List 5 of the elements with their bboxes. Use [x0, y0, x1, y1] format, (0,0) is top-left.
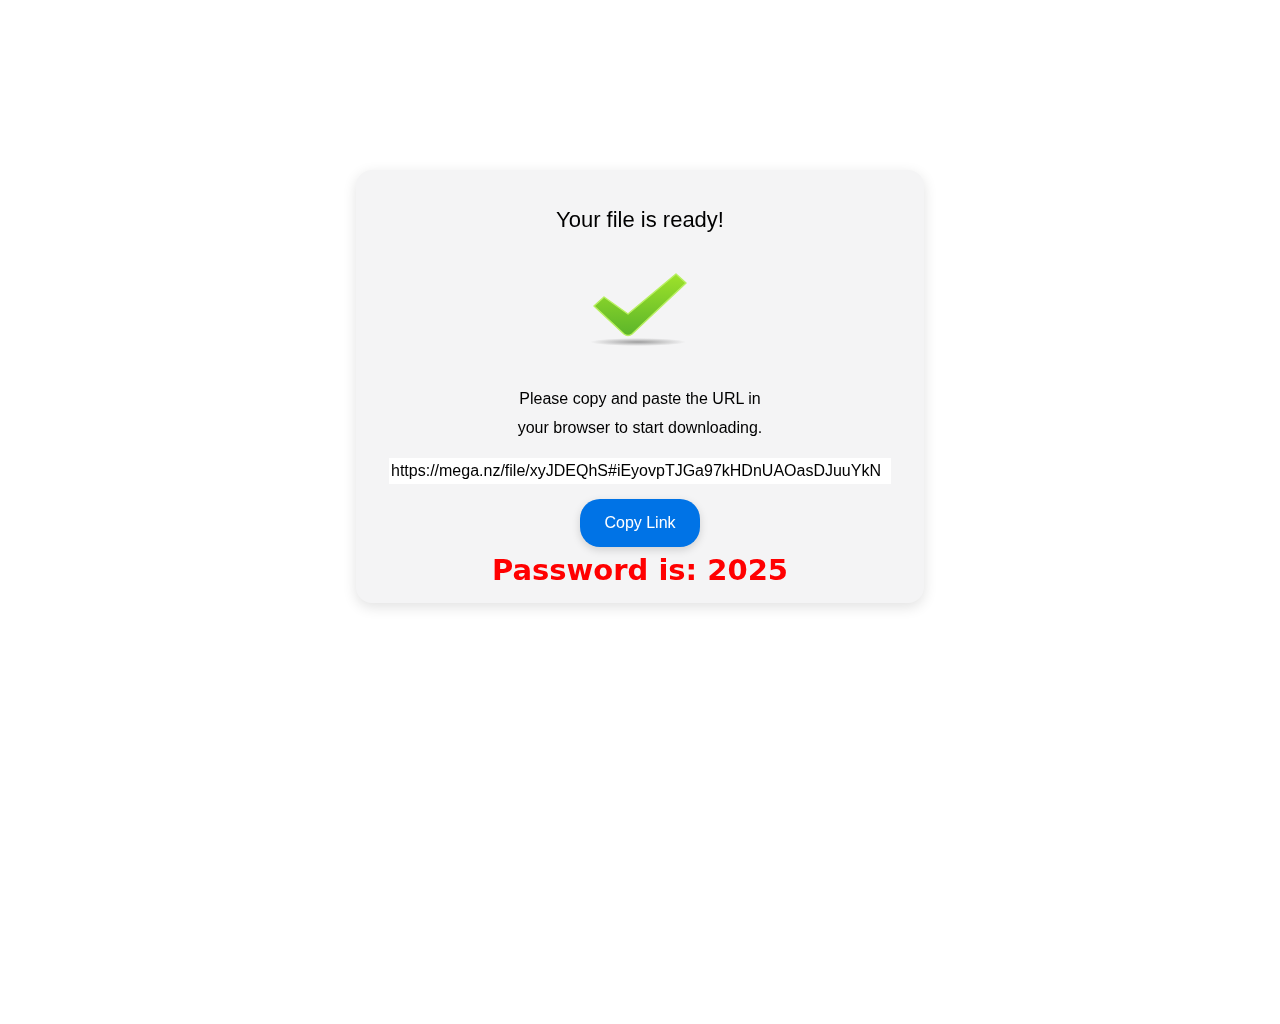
copy-link-button[interactable]: Copy Link [580, 499, 700, 547]
instructions-text: Please copy and paste the URL in your browser to start downloading. [516, 389, 764, 438]
card-title: Your file is ready! [556, 206, 724, 234]
password-text: Password is: 2025 [491, 552, 788, 589]
url-field[interactable]: https://mega.nz/file/xyJDEQhS#iEyovpTJGa97kHDnUAOasDJuuYkN [389, 458, 891, 484]
